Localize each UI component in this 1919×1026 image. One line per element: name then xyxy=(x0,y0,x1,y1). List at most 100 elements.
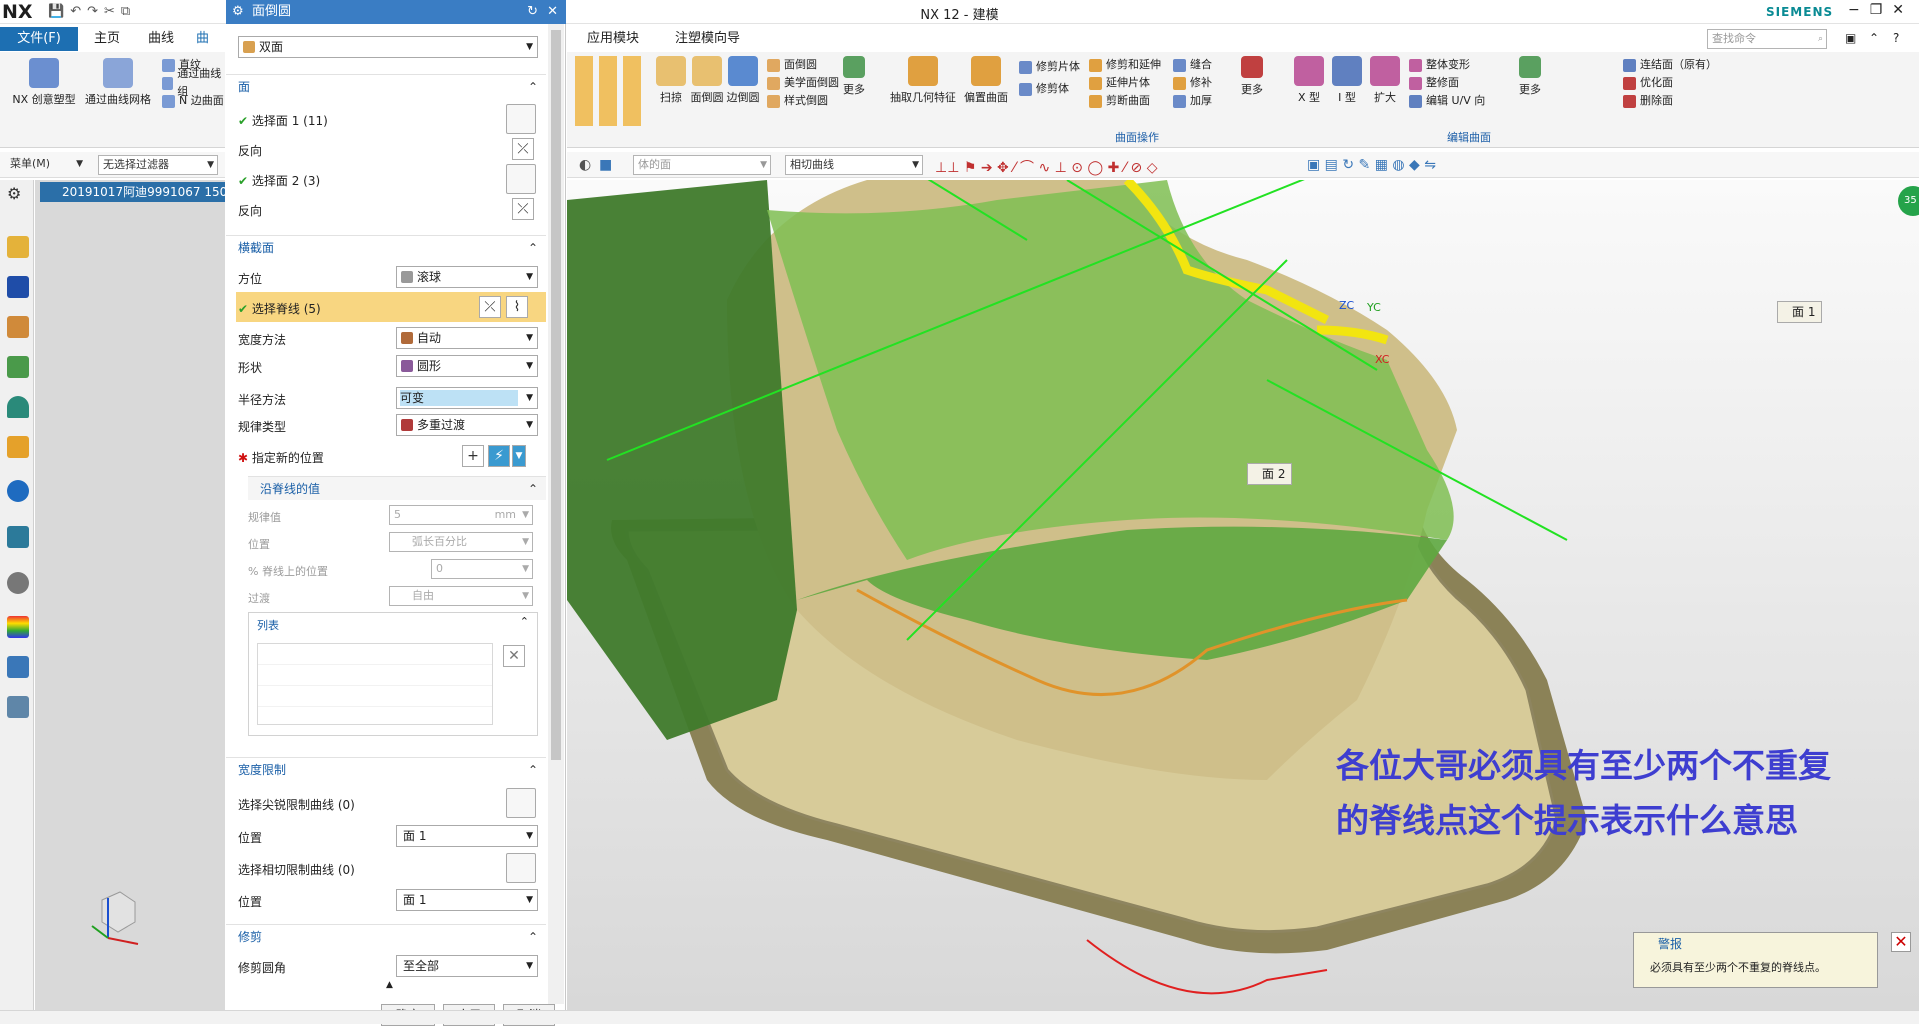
delete-icon[interactable]: ✕ xyxy=(503,645,525,667)
sharp-limit-button[interactable] xyxy=(506,788,536,818)
refit-face-button[interactable]: 整修面 xyxy=(1409,74,1459,92)
assembly-navigator-icon[interactable] xyxy=(7,276,29,298)
sew-button[interactable]: 缝合 xyxy=(1173,56,1212,74)
law-value-input[interactable]: 5 mm ▼ xyxy=(389,505,533,525)
select-face1-row[interactable]: ✔ 选择面 1 (11) xyxy=(238,112,328,129)
dialog-scroll-thumb[interactable] xyxy=(551,30,561,760)
alert-close-button[interactable]: ✕ xyxy=(1891,932,1911,952)
navigator-part-item[interactable]: 20191017阿迪9991067 150 xyxy=(40,182,225,202)
law-type-select[interactable]: 多重过渡 ▼ xyxy=(396,414,538,436)
trim-sheet-button[interactable]: 修剪片体 xyxy=(1019,58,1080,76)
extend-sheet-button[interactable]: 延伸片体 xyxy=(1089,74,1150,92)
role-icon[interactable] xyxy=(7,656,29,678)
section-trim[interactable]: 修剪 ⌃ xyxy=(226,924,546,948)
reverse1-button[interactable]: ⤫ xyxy=(512,138,534,160)
pct-along-spine-input[interactable]: 0 ▼ xyxy=(431,559,533,579)
trim-blend-select[interactable]: 至全部 ▼ xyxy=(396,955,538,977)
spine-select-button[interactable]: ⌇ xyxy=(506,296,528,318)
palette-icon[interactable] xyxy=(7,616,29,638)
cube-icon[interactable]: ■ xyxy=(599,157,612,173)
shape-select[interactable]: 圆形 ▼ xyxy=(396,355,538,377)
curve-rule-select[interactable]: 相切曲线 ▼ xyxy=(785,155,923,175)
view-icons[interactable]: ▣ ▤ ↻ ✎ ▦ ◍ ◆ ⇋ xyxy=(1307,157,1436,173)
optimize-face-button[interactable]: 优化面 xyxy=(1623,74,1673,92)
x-form-button[interactable]: X 型 xyxy=(1291,56,1327,105)
menu-button[interactable]: 菜单(M) ▼ xyxy=(6,155,86,175)
thicken-button[interactable]: 加厚 xyxy=(1173,92,1212,110)
nx-creative-button[interactable]: NX 创意塑型 xyxy=(8,58,80,107)
tab-curve[interactable]: 曲线 xyxy=(138,27,184,51)
restore-button[interactable]: ❐ xyxy=(1870,2,1883,18)
width-method-select[interactable]: 自动 ▼ xyxy=(396,327,538,349)
enlarge-button[interactable]: 扩大 xyxy=(1367,56,1403,105)
hd3d-icon[interactable] xyxy=(7,396,29,418)
face1-select-button[interactable] xyxy=(506,104,536,134)
system-scene-icon[interactable] xyxy=(7,696,29,718)
select-icon[interactable]: ◐ xyxy=(579,157,591,173)
type-filter-select[interactable]: 无选择过滤器 ▼ xyxy=(98,155,218,175)
reuse-library-icon[interactable] xyxy=(7,356,29,378)
extract-geometry-button[interactable]: 抽取几何特征 xyxy=(887,56,959,105)
tab-surface[interactable]: 曲面 xyxy=(192,27,225,70)
section-width-limit[interactable]: 宽度限制 ⌃ xyxy=(226,757,546,781)
history-icon[interactable] xyxy=(7,436,29,458)
face-filter-select[interactable]: 体的面 ▼ xyxy=(633,155,771,175)
more-options-arrow[interactable]: ▲ xyxy=(386,980,393,990)
styled-blend-button[interactable]: 样式倒圆 xyxy=(767,92,828,110)
tangent-limit-button[interactable] xyxy=(506,853,536,883)
point-dialog-button[interactable]: + xyxy=(462,445,484,467)
section-face[interactable]: 面 ⌃ xyxy=(226,74,546,98)
tab-home[interactable]: 主页 xyxy=(84,27,130,51)
minimize-button[interactable]: − xyxy=(1848,2,1860,18)
radius-method-select[interactable]: 可变 ▼ xyxy=(396,387,538,409)
section-along-spine[interactable]: 沿脊线的值 ⌃ xyxy=(248,476,546,500)
graphics-viewport[interactable]: ZC YC XC 面 1 面 2 xyxy=(567,159,1919,1010)
trim-body-button[interactable]: 修剪体 xyxy=(1019,80,1069,98)
reverse2-button[interactable]: ⤫ xyxy=(512,198,534,220)
feature-icons-grid[interactable] xyxy=(575,56,645,126)
face-blend-button[interactable]: 面倒圆 xyxy=(689,56,725,105)
tab-mold-wizard[interactable]: 注塑模向导 xyxy=(665,27,750,51)
patch-button[interactable]: 修补 xyxy=(1173,74,1212,92)
through-curves-button[interactable]: 通过曲线组 xyxy=(162,67,225,98)
edge-blend-button[interactable]: 边倒圆 xyxy=(725,56,761,105)
help-icon[interactable]: ? xyxy=(1893,31,1899,45)
face2-select-button[interactable] xyxy=(506,164,536,194)
more-button-2[interactable]: 更多 xyxy=(1235,56,1269,97)
trim-extend-button[interactable]: 修剪和延伸 xyxy=(1089,56,1161,74)
n-side-button[interactable]: N 边曲面 xyxy=(162,92,224,110)
constraint-navigator-icon[interactable] xyxy=(7,316,29,338)
close-icon[interactable]: ✕ xyxy=(547,0,558,24)
part-navigator-icon[interactable] xyxy=(7,236,29,258)
more-button-3[interactable]: 更多 xyxy=(1513,56,1547,97)
divide-face-button[interactable]: 剪断曲面 xyxy=(1089,92,1150,110)
model-render[interactable]: ZC YC XC xyxy=(567,159,1919,1010)
section-cross-section[interactable]: 横截面 ⌃ xyxy=(226,235,546,259)
select-face2-row[interactable]: ✔ 选择面 2 (3) xyxy=(238,172,320,189)
inferred-point-button[interactable]: ⚡ xyxy=(488,445,510,467)
edit-uv-button[interactable]: 编辑 U/V 向 xyxy=(1409,92,1485,110)
orient-select[interactable]: 滚球 ▼ xyxy=(396,266,538,288)
position-select[interactable]: 弧长百分比 ▼ xyxy=(389,532,533,552)
gear-icon[interactable]: ⚙ xyxy=(7,184,29,206)
ribbon-collapse-icon[interactable]: ⌃ xyxy=(1869,31,1879,45)
clock-icon[interactable] xyxy=(7,572,29,594)
list-box[interactable] xyxy=(257,643,493,725)
spine-reverse-button[interactable]: ⤫ xyxy=(479,296,501,318)
position1-select[interactable]: 面 1 ▼ xyxy=(396,825,538,847)
transition-select[interactable]: 自由 ▼ xyxy=(389,586,533,606)
close-button[interactable]: ✕ xyxy=(1892,2,1904,18)
info-icon[interactable] xyxy=(7,480,29,502)
tab-app-modules[interactable]: 应用模块 xyxy=(577,27,649,51)
type-select[interactable]: 双面 ▼ xyxy=(238,36,538,58)
snap-icon[interactable]: ⊥⊥ ⚑ ➔ ✥ ⁄ ⌒ ∿ ⊥ ⊙ ◯ ✚ ⁄ ⊘ ◇ xyxy=(935,157,1157,177)
join-face-button[interactable]: 连结面（原有） xyxy=(1623,56,1717,74)
curve-mesh-button[interactable]: 通过曲线网格 xyxy=(82,58,154,107)
reset-icon[interactable]: ↻ xyxy=(527,0,538,24)
more-button-1[interactable]: 更多 xyxy=(837,56,871,97)
global-shaping-button[interactable]: 整体变形 xyxy=(1409,56,1470,74)
sweep-button[interactable]: 扫掠 xyxy=(653,56,689,105)
point-type-dropdown[interactable]: ▼ xyxy=(512,445,526,467)
aesthetic-blend-button[interactable]: 美学面倒圆 xyxy=(767,74,839,92)
offset-surface-button[interactable]: 偏置曲面 xyxy=(961,56,1011,105)
